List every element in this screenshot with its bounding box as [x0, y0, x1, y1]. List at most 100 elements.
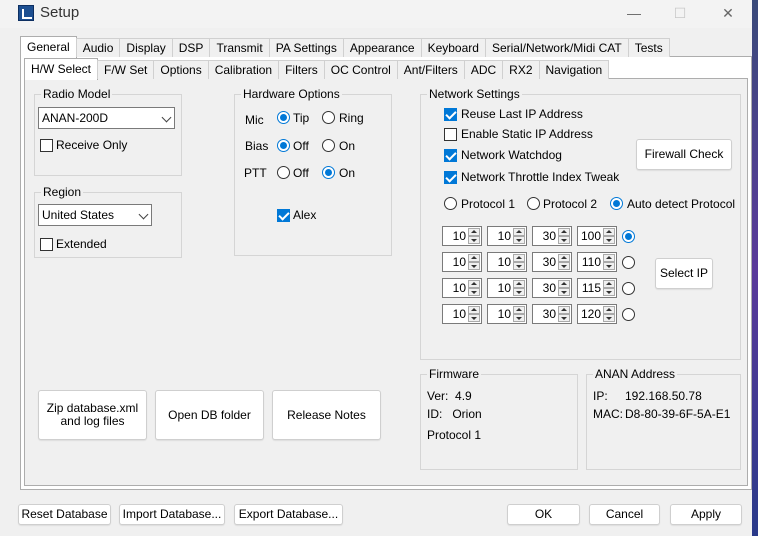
- close-button[interactable]: ✕: [708, 2, 748, 24]
- window-title: Setup: [40, 4, 80, 21]
- firmware-id: ID: Orion: [427, 407, 482, 421]
- import-database-button[interactable]: Import Database...: [119, 504, 225, 525]
- bias-on-radio[interactable]: [322, 139, 335, 152]
- tab-display[interactable]: Display: [119, 38, 173, 57]
- release-notes-button[interactable]: Release Notes: [272, 390, 381, 440]
- tab-transmit[interactable]: Transmit: [209, 38, 270, 57]
- ptt-off-radio[interactable]: [277, 166, 290, 179]
- static-ip-checkbox[interactable]: [444, 128, 457, 141]
- reset-database-button[interactable]: Reset Database: [18, 504, 111, 525]
- ip-octet-stepper[interactable]: 10: [442, 252, 482, 272]
- alex-checkbox[interactable]: [277, 209, 290, 222]
- ip-octet-stepper[interactable]: 10: [487, 278, 527, 298]
- open-db-folder-button[interactable]: Open DB folder: [155, 390, 264, 440]
- maximize-button: ☐: [673, 5, 687, 21]
- tab-oc-control[interactable]: OC Control: [323, 60, 398, 79]
- ip-octet-stepper[interactable]: 30: [532, 252, 572, 272]
- auto-detect-protocol-radio[interactable]: [610, 197, 623, 210]
- tab-options[interactable]: Options: [153, 60, 209, 79]
- hardware-options-label: Hardware Options: [241, 87, 342, 101]
- select-ip-button[interactable]: Select IP: [655, 258, 713, 289]
- tab-adc[interactable]: ADC: [463, 60, 504, 79]
- firmware-version: Ver: 4.9: [427, 389, 472, 403]
- apply-button[interactable]: Apply: [670, 504, 742, 525]
- cancel-button[interactable]: Cancel: [589, 504, 660, 525]
- reuse-ip-checkbox[interactable]: [444, 108, 457, 121]
- tab-appearance[interactable]: Appearance: [342, 38, 422, 57]
- ip-octet-stepper[interactable]: 120: [577, 304, 617, 324]
- anan-address-label: ANAN Address: [593, 367, 678, 381]
- radio-model-value: ANAN-200D: [42, 111, 109, 125]
- protocol-2-radio[interactable]: [527, 197, 540, 210]
- tab-calibration[interactable]: Calibration: [207, 60, 280, 79]
- ip-select-radio[interactable]: [622, 308, 635, 321]
- receive-only-checkbox[interactable]: [40, 139, 53, 152]
- tab-serial-network[interactable]: Serial/Network/Midi CAT: [484, 38, 629, 57]
- ip-octet-stepper[interactable]: 30: [532, 226, 572, 246]
- ptt-on-radio[interactable]: [322, 166, 335, 179]
- chevron-down-icon: [138, 209, 149, 220]
- tab-dsp[interactable]: DSP: [171, 38, 211, 57]
- throttle-tweak-checkbox[interactable]: [444, 171, 457, 184]
- ip-octet-stepper[interactable]: 30: [532, 278, 572, 298]
- mic-tip-radio[interactable]: [277, 111, 290, 124]
- tab-navigation[interactable]: Navigation: [538, 60, 610, 79]
- ip-octet-stepper[interactable]: 10: [487, 226, 527, 246]
- ptt-off-label: Off: [293, 166, 309, 180]
- network-watchdog-label: Network Watchdog: [461, 148, 562, 162]
- extended-label: Extended: [56, 237, 107, 251]
- ip-select-radio[interactable]: [622, 282, 635, 295]
- ip-octet-stepper[interactable]: 30: [532, 304, 572, 324]
- tab-audio[interactable]: Audio: [75, 38, 121, 57]
- alex-label: Alex: [293, 208, 317, 222]
- tab-rx2[interactable]: RX2: [502, 60, 540, 79]
- firmware-label: Firmware: [427, 367, 481, 381]
- mic-tip-label: Tip: [293, 111, 310, 125]
- tab-keyboard[interactable]: Keyboard: [420, 38, 486, 57]
- mic-ring-label: Ring: [339, 111, 364, 125]
- ip-octet-stepper[interactable]: 10: [442, 304, 482, 324]
- region-label: Region: [41, 185, 84, 199]
- zip-database-line2: and log files: [60, 414, 125, 428]
- radio-model-select[interactable]: ANAN-200D: [38, 107, 175, 129]
- ip-octet-stepper[interactable]: 10: [487, 304, 527, 324]
- region-value: United States: [42, 208, 115, 222]
- bias-off-label: Off: [293, 139, 309, 153]
- ip-octet-stepper[interactable]: 100: [577, 226, 617, 246]
- ip-octet-stepper[interactable]: 10: [487, 252, 527, 272]
- zip-database-button[interactable]: Zip database.xml and log files: [38, 390, 147, 440]
- ip-select-radio[interactable]: [622, 230, 635, 243]
- region-select[interactable]: United States: [38, 204, 152, 226]
- tab-general[interactable]: General: [20, 36, 77, 58]
- receive-only-label: Receive Only: [56, 138, 128, 152]
- reuse-ip-label: Reuse Last IP Address: [461, 107, 583, 121]
- ip-select-radio[interactable]: [622, 256, 635, 269]
- tab-ant-filters[interactable]: Ant/Filters: [396, 60, 465, 79]
- ip-octet-stepper[interactable]: 10: [442, 278, 482, 298]
- ptt-on-label: On: [339, 166, 356, 180]
- desktop-background: [752, 0, 758, 536]
- network-watchdog-checkbox[interactable]: [444, 149, 457, 162]
- ip-octet-stepper[interactable]: 115: [577, 278, 617, 298]
- ok-button[interactable]: OK: [507, 504, 580, 525]
- ptt-label: PTT: [244, 166, 267, 180]
- radio-model-label: Radio Model: [41, 87, 113, 101]
- tab-hw-select[interactable]: H/W Select: [24, 58, 99, 80]
- firewall-check-button[interactable]: Firewall Check: [636, 139, 732, 170]
- chevron-down-icon: [161, 112, 172, 123]
- anan-mac-value: D8-80-39-6F-5A-E1: [625, 407, 731, 421]
- minimize-button[interactable]: —: [614, 2, 654, 24]
- protocol-1-radio[interactable]: [444, 197, 457, 210]
- protocol-2-label: Protocol 2: [543, 197, 598, 211]
- ip-octet-stepper[interactable]: 10: [442, 226, 482, 246]
- tab-filters[interactable]: Filters: [278, 60, 325, 79]
- extended-checkbox[interactable]: [40, 238, 53, 251]
- bias-off-radio[interactable]: [277, 139, 290, 152]
- tab-fw-set[interactable]: F/W Set: [97, 60, 155, 79]
- tab-pa-settings[interactable]: PA Settings: [268, 38, 344, 57]
- tab-tests[interactable]: Tests: [627, 38, 670, 57]
- sub-tabs: H/W Select F/W Set Options Calibration F…: [24, 58, 610, 80]
- ip-octet-stepper[interactable]: 110: [577, 252, 617, 272]
- mic-ring-radio[interactable]: [322, 111, 335, 124]
- export-database-button[interactable]: Export Database...: [234, 504, 343, 525]
